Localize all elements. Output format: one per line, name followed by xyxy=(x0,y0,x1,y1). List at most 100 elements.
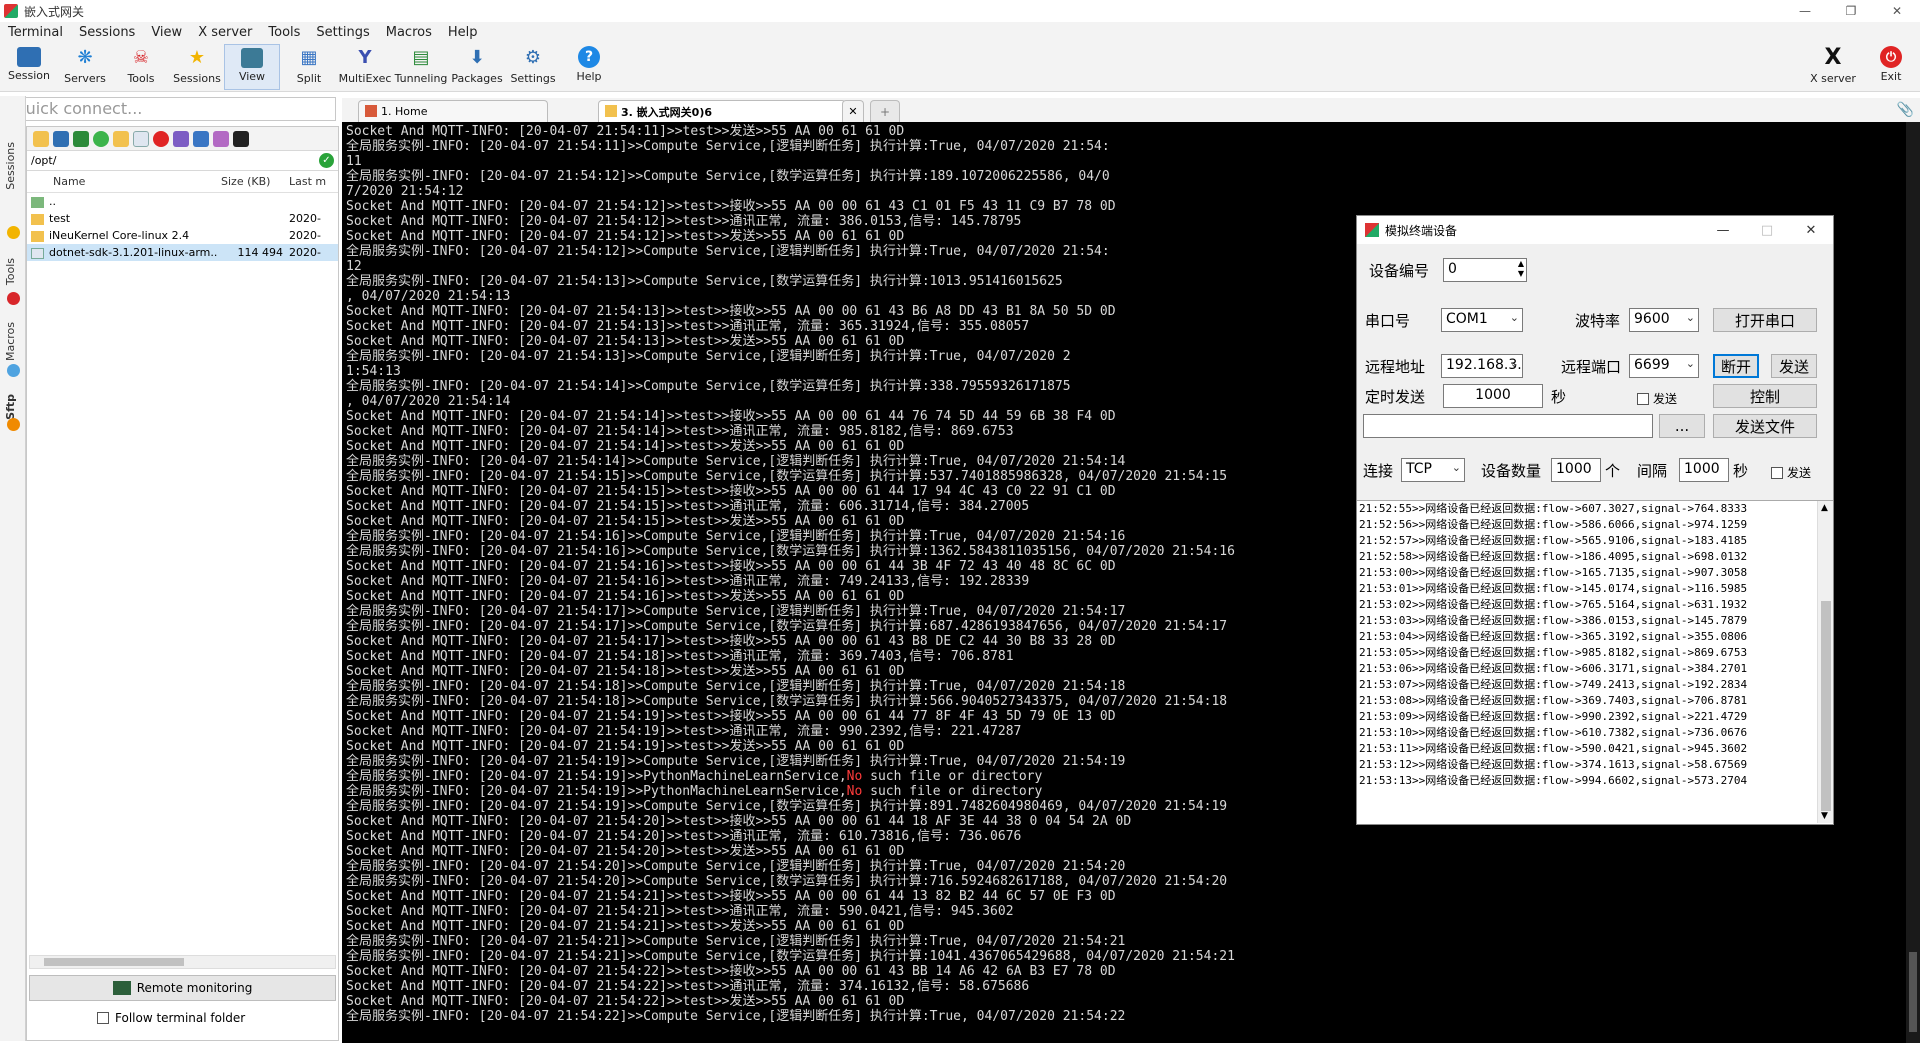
file-list-header: Name Size (KB) Last m xyxy=(27,171,338,193)
permissions-icon[interactable] xyxy=(213,130,229,147)
properties-icon[interactable] xyxy=(193,130,209,147)
minimize-icon[interactable]: — xyxy=(1782,0,1828,22)
file-row-test[interactable]: test 2020- xyxy=(27,210,338,227)
menu-sessions[interactable]: Sessions xyxy=(71,25,143,40)
remote-monitoring-label: Remote monitoring xyxy=(136,981,253,995)
terminal-scrollbar[interactable] xyxy=(1906,122,1920,1043)
minimize-icon[interactable]: — xyxy=(1701,216,1745,244)
disconnect-button[interactable]: 断开 xyxy=(1713,354,1759,378)
exit-button[interactable]: ⏻ Exit xyxy=(1868,44,1914,90)
file-path-input[interactable] xyxy=(1363,414,1653,438)
attach-icon[interactable]: 📎 xyxy=(1897,102,1914,118)
chevron-up-icon[interactable]: ▲ xyxy=(1821,503,1828,513)
timer-send-checkbox[interactable] xyxy=(1637,392,1649,405)
timer-send-check[interactable]: 发送 xyxy=(1637,390,1677,407)
packages-button[interactable]: ⬇ Packages xyxy=(451,44,502,90)
menu-view[interactable]: View xyxy=(143,25,190,40)
refresh-icon[interactable] xyxy=(93,130,109,147)
vtab-tools[interactable]: Tools xyxy=(4,258,17,285)
send-file-button[interactable]: 发送文件 xyxy=(1713,414,1817,438)
send-button[interactable]: 发送 xyxy=(1771,354,1817,378)
folder-icon xyxy=(31,231,44,242)
folder-up-icon[interactable] xyxy=(33,130,49,147)
menu-help[interactable]: Help xyxy=(440,25,486,40)
new-file-icon[interactable] xyxy=(133,130,149,147)
session-button[interactable]: Session xyxy=(6,44,52,90)
interval-send-check[interactable]: 发送 xyxy=(1771,464,1811,481)
home-icon xyxy=(365,105,377,117)
dialog-title: 模拟终端设备 xyxy=(1385,223,1458,238)
multiexec-button[interactable]: Y MultiExec xyxy=(339,44,392,90)
split-button[interactable]: ▦ Split xyxy=(286,44,332,90)
quick-connect-input[interactable]: Quick connect... xyxy=(4,97,336,121)
remote-monitoring-button[interactable]: Remote monitoring xyxy=(29,975,336,1001)
vtab-sessions[interactable]: Sessions xyxy=(4,142,17,190)
scroll-thumb[interactable] xyxy=(44,958,184,966)
col-name[interactable]: Name xyxy=(27,175,217,188)
download-icon[interactable] xyxy=(53,130,69,147)
interval-send-checkbox[interactable] xyxy=(1771,466,1783,479)
maximize-icon[interactable]: ❐ xyxy=(1828,0,1874,22)
upload-icon[interactable] xyxy=(73,130,89,147)
scroll-thumb[interactable] xyxy=(1909,952,1917,1032)
protocol-select[interactable]: TCP ⌄ xyxy=(1401,458,1465,482)
settings-button[interactable]: ⚙ Settings xyxy=(508,44,558,90)
follow-checkbox[interactable] xyxy=(97,1012,109,1024)
servers-button[interactable]: ❋ Servers xyxy=(62,44,108,90)
view-button[interactable]: View xyxy=(224,44,280,90)
spinner-arrows-icon[interactable]: ▲ ▼ xyxy=(1518,259,1524,279)
path-field[interactable]: /opt/ ✓ xyxy=(27,151,338,171)
vtab-sftp[interactable]: Sftp xyxy=(4,394,17,420)
scroll-thumb[interactable] xyxy=(1821,601,1831,811)
file-row-dotnet[interactable]: dotnet-sdk-3.1.201-linux-arm... 114 494 … xyxy=(27,244,338,261)
sessions-button[interactable]: ★ Sessions xyxy=(173,44,221,90)
vtab-macros[interactable]: Macros xyxy=(4,322,17,361)
terminal-line: Socket And MQTT-INFO: [20-04-07 21:54:22… xyxy=(346,994,905,1009)
tab-gateway-label: 3. 嵌入式网关0)6 xyxy=(621,105,712,119)
menu-settings[interactable]: Settings xyxy=(308,25,377,40)
file-row-parent[interactable]: .. xyxy=(27,193,338,210)
xserver-button[interactable]: X X server xyxy=(1808,44,1858,90)
terminal-icon[interactable] xyxy=(233,130,249,147)
close-icon[interactable]: ✕ xyxy=(1874,0,1920,22)
menu-terminal[interactable]: Terminal xyxy=(0,25,71,40)
col-size[interactable]: Size (KB) xyxy=(217,175,289,188)
device-count-input[interactable]: 1000 xyxy=(1551,458,1601,482)
delete-icon[interactable] xyxy=(153,130,169,147)
tab-close-button[interactable]: ✕ xyxy=(842,100,864,122)
tab-gateway[interactable]: 3. 嵌入式网关0)6 xyxy=(598,100,846,122)
log-scrollbar[interactable]: ▲ ▼ xyxy=(1817,501,1833,823)
terminal-line: Socket And MQTT-INFO: [20-04-07 21:54:11… xyxy=(346,124,905,139)
device-log-list[interactable]: 21:52:55>>网络设备已经返回数据:flow->607.3027,sign… xyxy=(1357,500,1833,824)
browse-button[interactable]: ... xyxy=(1659,414,1705,438)
terminal-line: 全局服务实例-INFO: [20-04-07 21:54:12]>>Comput… xyxy=(346,169,1110,184)
baud-select[interactable]: 9600 ⌄ xyxy=(1629,308,1699,332)
interval-input[interactable]: 1000 xyxy=(1679,458,1729,482)
col-last-modified[interactable]: Last m xyxy=(289,175,329,188)
tools-button[interactable]: ☠ Tools xyxy=(118,44,164,90)
open-serial-button[interactable]: 打开串口 xyxy=(1713,308,1817,332)
follow-terminal-folder[interactable]: Follow terminal folder xyxy=(97,1011,245,1025)
serial-port-select[interactable]: COM1 ⌄ xyxy=(1441,308,1523,332)
help-button[interactable]: ? Help xyxy=(566,44,612,90)
chevron-down-icon[interactable]: ▼ xyxy=(1821,811,1828,821)
help-icon: ? xyxy=(578,46,600,68)
new-tab-button[interactable]: + xyxy=(870,100,900,122)
rename-icon[interactable] xyxy=(173,130,189,147)
menu-macros[interactable]: Macros xyxy=(378,25,440,40)
horizontal-scrollbar[interactable] xyxy=(29,955,336,969)
menu-xserver[interactable]: X server xyxy=(190,25,260,40)
remote-port-select[interactable]: 6699 ⌄ xyxy=(1629,354,1699,378)
check-icon[interactable]: ✓ xyxy=(319,153,334,168)
tab-home[interactable]: 1. Home xyxy=(358,100,548,122)
remote-addr-select[interactable]: 192.168.3. ⌄ xyxy=(1441,354,1523,378)
menu-tools[interactable]: Tools xyxy=(260,25,308,40)
new-folder-icon[interactable] xyxy=(113,130,129,147)
tunneling-button[interactable]: ▤ Tunneling xyxy=(395,44,448,90)
close-icon[interactable]: ✕ xyxy=(1789,216,1833,244)
timer-input[interactable]: 1000 xyxy=(1443,384,1543,408)
device-id-spinner[interactable]: 0 ▲ ▼ xyxy=(1443,258,1527,282)
control-button[interactable]: 控制 xyxy=(1713,384,1817,408)
file-row-ineukernel[interactable]: iNeuKernel Core-linux 2.4 2020- xyxy=(27,227,338,244)
log-line: 21:53:03>>网络设备已经返回数据:flow->386.0153,sign… xyxy=(1359,614,1748,627)
